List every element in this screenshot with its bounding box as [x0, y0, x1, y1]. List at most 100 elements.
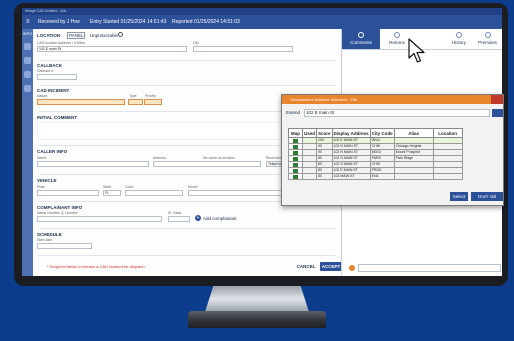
history-tab-icon — [456, 32, 462, 38]
column-header[interactable]: Score — [316, 128, 333, 138]
address-sublabel: CAD location Address / # Miles — [37, 41, 86, 45]
schedule-label: SCHEDULE — [37, 232, 62, 237]
complainant-input[interactable] — [37, 216, 162, 222]
column-header[interactable]: Location — [432, 128, 463, 138]
callback-label: CALLBACK — [37, 63, 62, 68]
monitor-stand-base — [188, 311, 326, 328]
history-icon[interactable] — [24, 71, 31, 78]
column-header[interactable]: Used — [301, 128, 318, 138]
column-header[interactable]: City Code — [369, 128, 395, 138]
plate-sublabel: Plate — [37, 185, 45, 189]
complainant-label: COMPLAINANT INFO — [37, 205, 83, 210]
search-button[interactable] — [492, 109, 503, 117]
select-button[interactable]: Select — [450, 192, 468, 201]
required-note: * Required fields to release a CAD incid… — [47, 264, 145, 269]
user-icon[interactable] — [24, 85, 31, 92]
tab-label: Premises — [478, 40, 497, 45]
caller-name-input[interactable] — [37, 161, 149, 167]
nature-select[interactable] — [37, 99, 125, 105]
city-select[interactable] — [193, 46, 293, 52]
address-results-table: Map Used Score Display Address City Code… — [288, 128, 463, 180]
start-sublabel: Start date — [37, 238, 53, 242]
add-comment-icon[interactable] — [349, 265, 355, 271]
tab-label: Comments — [350, 40, 372, 45]
marketing-monitor-scene: Mirage CAD Incident - Ads ≡ Received by … — [0, 0, 514, 341]
map-marker-icon — [293, 138, 298, 143]
same-as-location-text[interactable]: No same as location — [203, 156, 235, 160]
tab-label: History — [451, 40, 466, 45]
initial-comment-label: INITIAL COMMENT — [37, 115, 78, 120]
used-cell — [301, 173, 318, 180]
color-sublabel: Color — [125, 185, 134, 189]
score-cell: 80 — [316, 173, 333, 180]
add-complainant-link[interactable]: Add complainant — [203, 216, 237, 221]
returns-icon — [394, 32, 400, 38]
tab-premises[interactable]: Premises — [472, 29, 502, 49]
column-header[interactable]: Alias — [393, 128, 434, 138]
map-marker-icon — [293, 168, 298, 173]
accept-button[interactable]: ACCEPT — [320, 262, 342, 271]
monitor-stand-neck — [205, 286, 309, 312]
address-cell: 102 MAIN ST — [331, 173, 371, 180]
comments-icon — [358, 32, 364, 38]
state-select[interactable]: FL — [103, 190, 121, 196]
comment-input[interactable] — [358, 264, 501, 272]
window-titlebar: Mirage CAD Incident - Ads — [22, 8, 502, 15]
map-marker-icon — [293, 162, 298, 167]
caller-address-input[interactable] — [153, 161, 261, 167]
location-label: LOCATION — [37, 33, 61, 38]
entry-started-text: Entry Started 01/25/2024 14:51:43 — [90, 19, 167, 25]
complainant-sublabel: Name Number Q, Number — [37, 211, 78, 215]
city-sublabel: City — [193, 41, 200, 45]
column-header[interactable]: Map — [288, 128, 303, 138]
dialog-title: Geobaselane Address Selection - File — [282, 95, 503, 104]
unprotected-radio[interactable] — [118, 32, 123, 37]
address-input[interactable]: 102 E main St — [37, 46, 187, 52]
type-sublabel: Type — [129, 94, 137, 98]
plate-input[interactable] — [37, 190, 99, 196]
divider — [39, 228, 335, 229]
divider — [39, 85, 335, 86]
divider — [39, 60, 335, 61]
city-code-cell: EVA — [369, 173, 395, 180]
color-select[interactable] — [125, 190, 183, 196]
model-sublabel: Model — [188, 185, 198, 189]
window-title: Mirage CAD Incident - Ads — [25, 9, 67, 13]
callback-input[interactable] — [37, 74, 77, 80]
address-search-input[interactable]: 102 E main St — [304, 109, 490, 117]
start-date-input[interactable] — [37, 243, 92, 249]
dont-validate-button[interactable]: Don't Val — [471, 192, 503, 201]
tab-history[interactable]: History — [446, 29, 472, 49]
callback-sublabel: Callback # — [37, 69, 54, 73]
caller-address-sublabel: Address — [153, 156, 166, 160]
menu-icon[interactable]: ≡ — [26, 15, 30, 29]
table-row[interactable]: 80 102 MAIN ST EVA — [288, 173, 463, 180]
received-by-text: Received by J Hoe — [38, 19, 80, 25]
map-marker-icon — [293, 174, 298, 179]
map-marker-icon — [293, 150, 298, 155]
initial-comment-textarea[interactable] — [37, 122, 293, 140]
priority-input[interactable] — [144, 99, 162, 105]
left-nav: INFO — [22, 29, 33, 276]
map-cell[interactable] — [288, 173, 303, 180]
add-complainant-icon[interactable]: + — [195, 215, 201, 221]
mouse-pointer-icon — [408, 38, 425, 63]
close-icon[interactable] — [491, 95, 503, 104]
cad-incident-label: CAD INCIDENT — [37, 88, 70, 93]
location-badge[interactable]: PANEL — [67, 32, 86, 39]
column-header[interactable]: Display Address — [331, 128, 371, 138]
location-cell — [432, 173, 463, 180]
divider — [39, 255, 335, 256]
tab-label: Returns — [389, 40, 405, 45]
nav-info-label[interactable]: INFO — [22, 31, 33, 36]
type-input[interactable] — [128, 99, 143, 105]
cancel-button[interactable]: CANCEL — [295, 262, 317, 271]
nature-sublabel: Nature — [37, 94, 48, 98]
complainant-state-input[interactable] — [168, 216, 190, 222]
tab-comments[interactable]: Comments — [342, 29, 380, 49]
phone-icon[interactable] — [24, 57, 31, 64]
priority-sublabel: Priority — [145, 94, 156, 98]
microphone-icon[interactable] — [24, 43, 31, 50]
incident-header: ≡ Received by J Hoe Entry Started 01/25/… — [22, 15, 502, 29]
caller-name-sublabel: Name — [37, 156, 47, 160]
